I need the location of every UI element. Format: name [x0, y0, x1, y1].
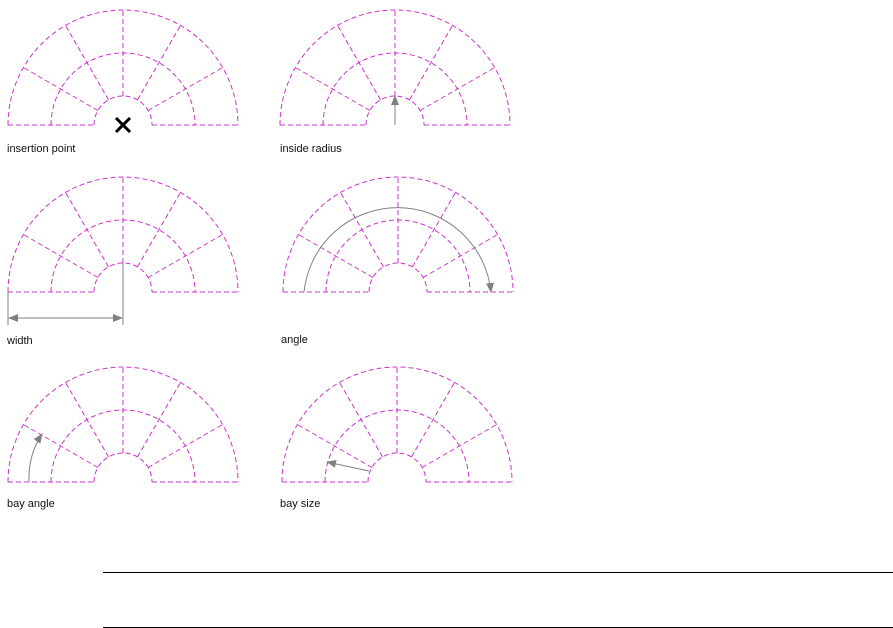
figure-inside-radius	[279, 9, 511, 126]
radial-divider	[412, 192, 456, 268]
divider-top	[103, 572, 893, 573]
bay-window-outline	[7, 366, 239, 483]
label-insertion-point: insertion point	[7, 143, 76, 155]
inner-arc	[93, 452, 153, 483]
radial-divider	[137, 382, 181, 458]
radial-divider	[137, 25, 181, 101]
bay-window-outline	[7, 9, 239, 126]
radial-divider	[23, 424, 99, 468]
bay-angle-arc-arrow	[28, 433, 43, 483]
radial-divider	[137, 192, 181, 268]
inner-arc	[367, 452, 427, 483]
width-dimension	[7, 262, 124, 325]
radial-divider	[297, 424, 373, 468]
label-angle: angle	[281, 334, 308, 346]
figure-bay-size	[281, 366, 513, 483]
figure-insertion-point	[7, 9, 239, 134]
radial-divider	[409, 25, 453, 101]
figure-angle	[282, 176, 514, 293]
bay-window-diagram	[7, 9, 514, 483]
radial-divider	[295, 67, 371, 111]
inner-arc	[368, 262, 428, 293]
radial-divider	[23, 67, 99, 111]
radial-divider	[411, 382, 455, 458]
bay-window-outline	[281, 366, 513, 483]
figure-bay-angle	[7, 366, 239, 483]
label-bay-size: bay size	[280, 498, 321, 510]
insertion-point-marker	[114, 116, 132, 134]
radial-divider	[23, 234, 99, 278]
label-width: width	[7, 335, 33, 347]
figure-width	[7, 176, 239, 325]
label-bay-angle: bay angle	[7, 498, 55, 510]
bay-size-arrow	[326, 459, 370, 472]
bay-window-outline	[282, 176, 514, 293]
radial-divider	[298, 234, 374, 278]
label-inside-radius: inside radius	[280, 143, 342, 155]
inner-arc	[93, 95, 153, 126]
